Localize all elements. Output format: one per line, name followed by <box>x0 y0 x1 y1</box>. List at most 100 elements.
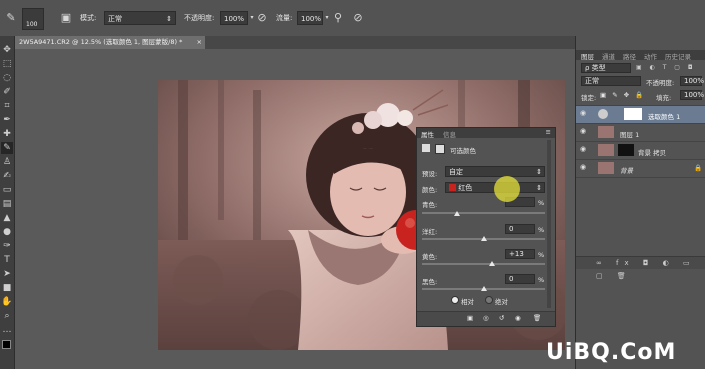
view-previous-icon[interactable]: ◎ <box>483 314 489 322</box>
black-slider-handle[interactable] <box>481 286 487 291</box>
layer-name: 选取颜色 1 <box>648 113 681 121</box>
brush-panel-toggle-icon[interactable]: ▣ <box>60 11 72 25</box>
zoom-tool-icon[interactable]: ⌕ <box>1 310 13 322</box>
layer-filter-icons[interactable]: ▣ ◐ T ▢ ◘ <box>636 64 700 72</box>
tab-properties[interactable]: 属性 <box>421 129 434 139</box>
opacity-value: 100% <box>224 15 245 23</box>
path-select-tool-icon[interactable]: ➤ <box>1 268 13 280</box>
blur-tool-icon[interactable]: ▲ <box>1 212 13 224</box>
layer-opacity-field[interactable]: 100% <box>680 76 705 86</box>
blend-mode-select[interactable]: 正常 <box>581 76 641 86</box>
cyan-slider-handle[interactable] <box>454 211 460 216</box>
yellow-slider-track[interactable] <box>422 263 545 265</box>
delete-icon[interactable]: 🗑 <box>533 314 541 322</box>
crop-tool-icon[interactable]: ⌗ <box>1 100 13 112</box>
tab-actions[interactable]: 动作 <box>644 51 657 61</box>
close-tab-icon[interactable]: × <box>197 36 202 49</box>
preset-value: 自定 <box>449 168 463 176</box>
mask-icon[interactable] <box>435 144 445 154</box>
adjustment-layer-icon <box>598 109 608 119</box>
preset-label: 预设: <box>422 170 438 178</box>
tab-channels[interactable]: 通道 <box>602 51 615 61</box>
quick-select-tool-icon[interactable]: ✐ <box>1 86 13 98</box>
airbrush-icon[interactable]: ⚲ <box>332 11 344 25</box>
colors-value: 红色 <box>458 184 473 192</box>
history-brush-tool-icon[interactable]: ✍ <box>1 170 13 182</box>
opacity-dropdown-icon[interactable]: ▾ <box>249 11 255 25</box>
eyedropper-tool-icon[interactable]: ✒ <box>1 114 13 126</box>
layer-thumbnail <box>598 126 614 138</box>
cursor-highlight <box>494 176 520 202</box>
layer-row[interactable]: ◉ 背景 🔒 <box>576 159 705 178</box>
hand-tool-icon[interactable]: ✋ <box>1 296 13 308</box>
layer-row[interactable]: ◉ 图层 1 <box>576 123 705 141</box>
properties-footer: ▣ ◎ ↺ ◉ 🗑 <box>417 311 555 326</box>
document-tab[interactable]: 2W5A9471.CR2 @ 12.5% (选取颜色 1, 图层蒙版/8) * … <box>15 36 205 49</box>
cyan-slider-track[interactable] <box>422 212 545 214</box>
brush-tool-icon[interactable]: ✎ <box>1 142 13 154</box>
eye-icon[interactable]: ◉ <box>580 163 586 171</box>
preset-select[interactable]: 自定 ⇕ <box>445 166 545 177</box>
layer-row[interactable]: ◉ 背景 拷贝 <box>576 141 705 159</box>
move-tool-icon[interactable]: ✥ <box>1 44 13 56</box>
document-title: 2W5A9471.CR2 @ 12.5% (选取颜色 1, 图层蒙版/8) * <box>19 38 183 46</box>
eye-icon[interactable]: ◉ <box>580 109 586 117</box>
clone-stamp-tool-icon[interactable]: ♙ <box>1 156 13 168</box>
options-bar: ✎ 100 ▣ 模式: 正常 ⇕ 不透明度: 100% ▾ ⊘ 流量: 100%… <box>0 0 705 37</box>
layer-filter-select[interactable]: ρ 类型 <box>581 63 631 73</box>
mode-select[interactable]: 正常 ⇕ <box>104 11 176 25</box>
shape-tool-icon[interactable]: ■ <box>1 282 13 294</box>
more-tools-icon[interactable]: … <box>1 324 13 336</box>
pressure-size-icon[interactable]: ⊘ <box>352 11 364 25</box>
absolute-radio[interactable] <box>485 296 493 304</box>
lock-icons[interactable]: ▣ ✎ ✥ 🔒 <box>600 91 645 99</box>
healing-tool-icon[interactable]: ✚ <box>1 128 13 140</box>
dropdown-arrow-icon: ⇕ <box>166 15 172 23</box>
magenta-value: 0 <box>509 225 514 233</box>
eye-icon[interactable]: ◉ <box>580 127 586 135</box>
yellow-value: +13 <box>509 250 524 258</box>
absolute-label: 绝对 <box>495 298 508 306</box>
flow-dropdown-icon[interactable]: ▾ <box>324 11 330 25</box>
panel-scrollbar[interactable] <box>547 140 551 308</box>
visibility-icon[interactable]: ◉ <box>515 314 521 322</box>
magenta-slider-handle[interactable] <box>481 236 487 241</box>
type-tool-icon[interactable]: T <box>1 254 13 266</box>
dodge-tool-icon[interactable]: ● <box>1 226 13 238</box>
tab-info[interactable]: 信息 <box>443 129 456 139</box>
yellow-slider-handle[interactable] <box>489 261 495 266</box>
yellow-value-field[interactable]: +13 <box>505 249 535 259</box>
layer-mask-thumbnail[interactable] <box>624 108 642 120</box>
panel-menu-icon[interactable]: ≡ <box>546 128 551 136</box>
eye-icon[interactable]: ◉ <box>580 145 586 153</box>
clip-to-layer-icon[interactable]: ▣ <box>467 314 473 322</box>
brush-preset-picker[interactable]: 100 <box>22 8 44 30</box>
pressure-opacity-icon[interactable]: ⊘ <box>256 11 268 25</box>
layers-panel-tabs: 图层 通道 路径 动作 历史记录 <box>576 50 705 61</box>
relative-radio[interactable] <box>451 296 459 304</box>
pen-tool-icon[interactable]: ✑ <box>1 240 13 252</box>
gradient-tool-icon[interactable]: ▤ <box>1 198 13 210</box>
foreground-color-swatch[interactable] <box>2 340 11 349</box>
relative-label: 相对 <box>461 298 474 306</box>
layer-mask-thumbnail[interactable] <box>618 144 634 156</box>
fill-value: 100% <box>684 91 705 99</box>
tab-history[interactable]: 历史记录 <box>665 51 691 61</box>
flow-field[interactable]: 100% <box>297 11 323 25</box>
lasso-tool-icon[interactable]: ◌ <box>1 72 13 84</box>
layers-footer-icons[interactable]: ∞ fx ◘ ◐ ▭ ▢ 🗑 <box>576 256 705 280</box>
layer-opacity-value: 100% <box>684 77 705 85</box>
yellow-unit: % <box>538 251 545 259</box>
brush-tool-icon[interactable]: ✎ <box>4 11 18 25</box>
tab-layers[interactable]: 图层 <box>581 51 594 61</box>
layer-row[interactable]: ◉ 选取颜色 1 <box>576 105 705 123</box>
magenta-value-field[interactable]: 0 <box>505 224 535 234</box>
opacity-field[interactable]: 100% <box>220 11 248 25</box>
mode-value: 正常 <box>108 15 122 23</box>
reset-icon[interactable]: ↺ <box>499 314 504 322</box>
eraser-tool-icon[interactable]: ▭ <box>1 184 13 196</box>
fill-field[interactable]: 100% <box>680 90 705 100</box>
marquee-tool-icon[interactable]: ⬚ <box>1 58 13 70</box>
tab-paths[interactable]: 路径 <box>623 51 636 61</box>
black-value-field[interactable]: 0 <box>505 274 535 284</box>
